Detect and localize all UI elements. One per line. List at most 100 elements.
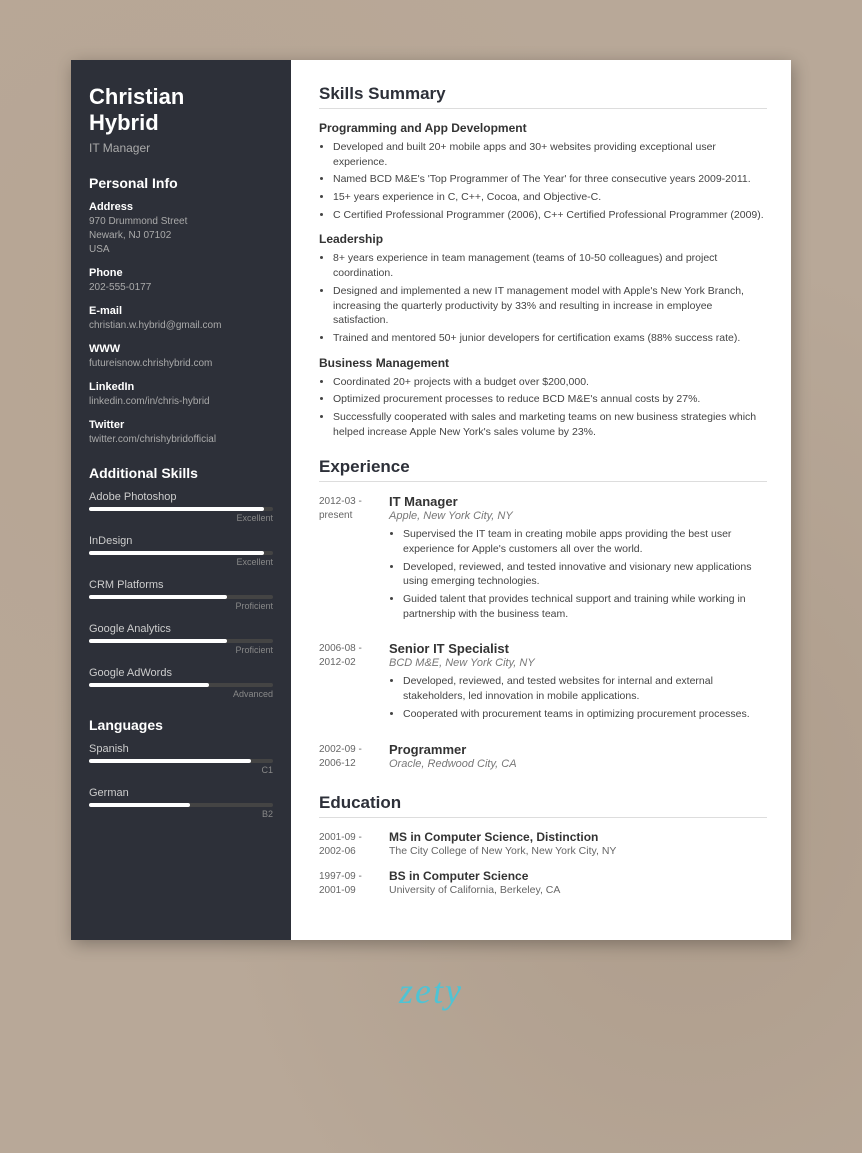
edu-degree: BS in Computer Science (389, 869, 767, 883)
skill-item: Adobe Photoshop Excellent (89, 491, 273, 523)
edu-date: 2001-09 - 2002-06 (319, 830, 389, 859)
contact-value: 970 Drummond Street Newark, NJ 07102 USA (89, 215, 273, 257)
language-bar-bg (89, 803, 273, 807)
language-item: Spanish C1 (89, 743, 273, 775)
experience-item: 2012-03 - present IT Manager Apple, New … (319, 494, 767, 627)
bullet-item: Developed and built 20+ mobile apps and … (333, 140, 767, 169)
skill-name: Google Analytics (89, 623, 273, 635)
experience-item: 2002-09 - 2006-12 Programmer Oracle, Red… (319, 742, 767, 775)
skill-item: Google Analytics Proficient (89, 623, 273, 655)
edu-detail: MS in Computer Science, Distinction The … (389, 830, 767, 859)
skill-item: CRM Platforms Proficient (89, 579, 273, 611)
skill-name: CRM Platforms (89, 579, 273, 591)
language-bar-fill (89, 759, 251, 763)
zety-brand: zety (399, 970, 463, 1012)
contact-item: E-mailchristian.w.hybrid@gmail.com (89, 305, 273, 333)
bullet-item: C Certified Professional Programmer (200… (333, 208, 767, 223)
languages-list: Spanish C1 German B2 (89, 743, 273, 819)
exp-job-title: Programmer (389, 742, 767, 757)
edu-date: 1997-09 - 2001-09 (319, 869, 389, 898)
contact-label: LinkedIn (89, 381, 273, 393)
bullet-item: Supervised the IT team in creating mobil… (403, 527, 767, 556)
contact-value: futureisnow.chrishybrid.com (89, 357, 273, 371)
bullet-item: Optimized procurement processes to reduc… (333, 392, 767, 407)
contact-item: Phone 202-555-0177 (89, 267, 273, 295)
skill-bar-bg (89, 551, 273, 555)
personal-info-heading: Personal Info (89, 175, 273, 191)
education-list: 2001-09 - 2002-06 MS in Computer Science… (319, 830, 767, 898)
education-item: 2001-09 - 2002-06 MS in Computer Science… (319, 830, 767, 859)
resume-main: Skills Summary Programming and App Devel… (291, 60, 791, 940)
skill-bar-fill (89, 639, 227, 643)
additional-skills-heading: Additional Skills (89, 465, 273, 481)
skill-level: Advanced (89, 689, 273, 699)
skill-level: Excellent (89, 557, 273, 567)
contact-value: linkedin.com/in/chris-hybrid (89, 395, 273, 409)
skill-bar-bg (89, 507, 273, 511)
skill-name: Adobe Photoshop (89, 491, 273, 503)
contacts-list: Address 970 Drummond Street Newark, NJ 07… (89, 201, 273, 447)
skill-bar-bg (89, 595, 273, 599)
skill-bar-bg (89, 639, 273, 643)
exp-date: 2006-08 - 2012-02 (319, 641, 389, 727)
skill-bar-bg (89, 683, 273, 687)
language-level: B2 (89, 809, 273, 819)
exp-company: Apple, New York City, NY (389, 510, 767, 522)
resume-sidebar: Christian Hybrid IT Manager Personal Inf… (71, 60, 291, 940)
leadership-subtitle: Leadership (319, 232, 767, 246)
bullet-item: Developed, reviewed, and tested websites… (403, 674, 767, 703)
contact-label: WWW (89, 343, 273, 355)
language-name: Spanish (89, 743, 273, 755)
education-title: Education (319, 793, 767, 818)
exp-job-title: IT Manager (389, 494, 767, 509)
skill-bar-fill (89, 595, 227, 599)
skill-level: Proficient (89, 645, 273, 655)
language-name: German (89, 787, 273, 799)
candidate-title: IT Manager (89, 141, 273, 155)
experience-item: 2006-08 - 2012-02 Senior IT Specialist B… (319, 641, 767, 727)
skill-item: InDesign Excellent (89, 535, 273, 567)
skill-name: InDesign (89, 535, 273, 547)
leadership-bullets-list: 8+ years experience in team management (… (333, 251, 767, 345)
experience-title: Experience (319, 457, 767, 482)
contact-label: Twitter (89, 419, 273, 431)
skills-summary-title: Skills Summary (319, 84, 767, 109)
contact-value: christian.w.hybrid@gmail.com (89, 319, 273, 333)
edu-school: University of California, Berkeley, CA (389, 884, 767, 896)
skill-name: Google AdWords (89, 667, 273, 679)
contact-value: 202-555-0177 (89, 281, 273, 295)
edu-degree: MS in Computer Science, Distinction (389, 830, 767, 844)
bullet-item: Designed and implemented a new IT manage… (333, 284, 767, 328)
business-subtitle: Business Management (319, 356, 767, 370)
edu-detail: BS in Computer Science University of Cal… (389, 869, 767, 898)
bullet-item: 8+ years experience in team management (… (333, 251, 767, 280)
bullet-item: Successfully cooperated with sales and m… (333, 410, 767, 439)
language-item: German B2 (89, 787, 273, 819)
skill-bar-fill (89, 507, 264, 511)
exp-company: BCD M&E, New York City, NY (389, 657, 767, 669)
contact-label: Phone (89, 267, 273, 279)
skill-bar-fill (89, 683, 209, 687)
languages-heading: Languages (89, 717, 273, 733)
experience-section: Experience 2012-03 - present IT Manager … (319, 457, 767, 774)
language-bar-bg (89, 759, 273, 763)
bullet-item: Guided talent that provides technical su… (403, 592, 767, 621)
bullet-item: Coordinated 20+ projects with a budget o… (333, 375, 767, 390)
prog-app-subtitle: Programming and App Development (319, 121, 767, 135)
language-bar-fill (89, 803, 190, 807)
resume-document: Christian Hybrid IT Manager Personal Inf… (71, 60, 791, 940)
contact-label: Address (89, 201, 273, 213)
bullet-item: 15+ years experience in C, C++, Cocoa, a… (333, 190, 767, 205)
exp-detail: Programmer Oracle, Redwood City, CA (389, 742, 767, 775)
skill-item: Google AdWords Advanced (89, 667, 273, 699)
contact-item: WWW futureisnow.chrishybrid.com (89, 343, 273, 371)
skill-level: Proficient (89, 601, 273, 611)
prog-bullets-list: Developed and built 20+ mobile apps and … (333, 140, 767, 222)
skill-bar-fill (89, 551, 264, 555)
contact-item: Twittertwitter.com/chrishybridofficial (89, 419, 273, 447)
skills-list: Adobe Photoshop Excellent InDesign Excel… (89, 491, 273, 699)
bullet-item: Cooperated with procurement teams in opt… (403, 707, 767, 722)
experience-list: 2012-03 - present IT Manager Apple, New … (319, 494, 767, 774)
education-section: Education 2001-09 - 2002-06 MS in Comput… (319, 793, 767, 898)
exp-detail: Senior IT Specialist BCD M&E, New York C… (389, 641, 767, 727)
